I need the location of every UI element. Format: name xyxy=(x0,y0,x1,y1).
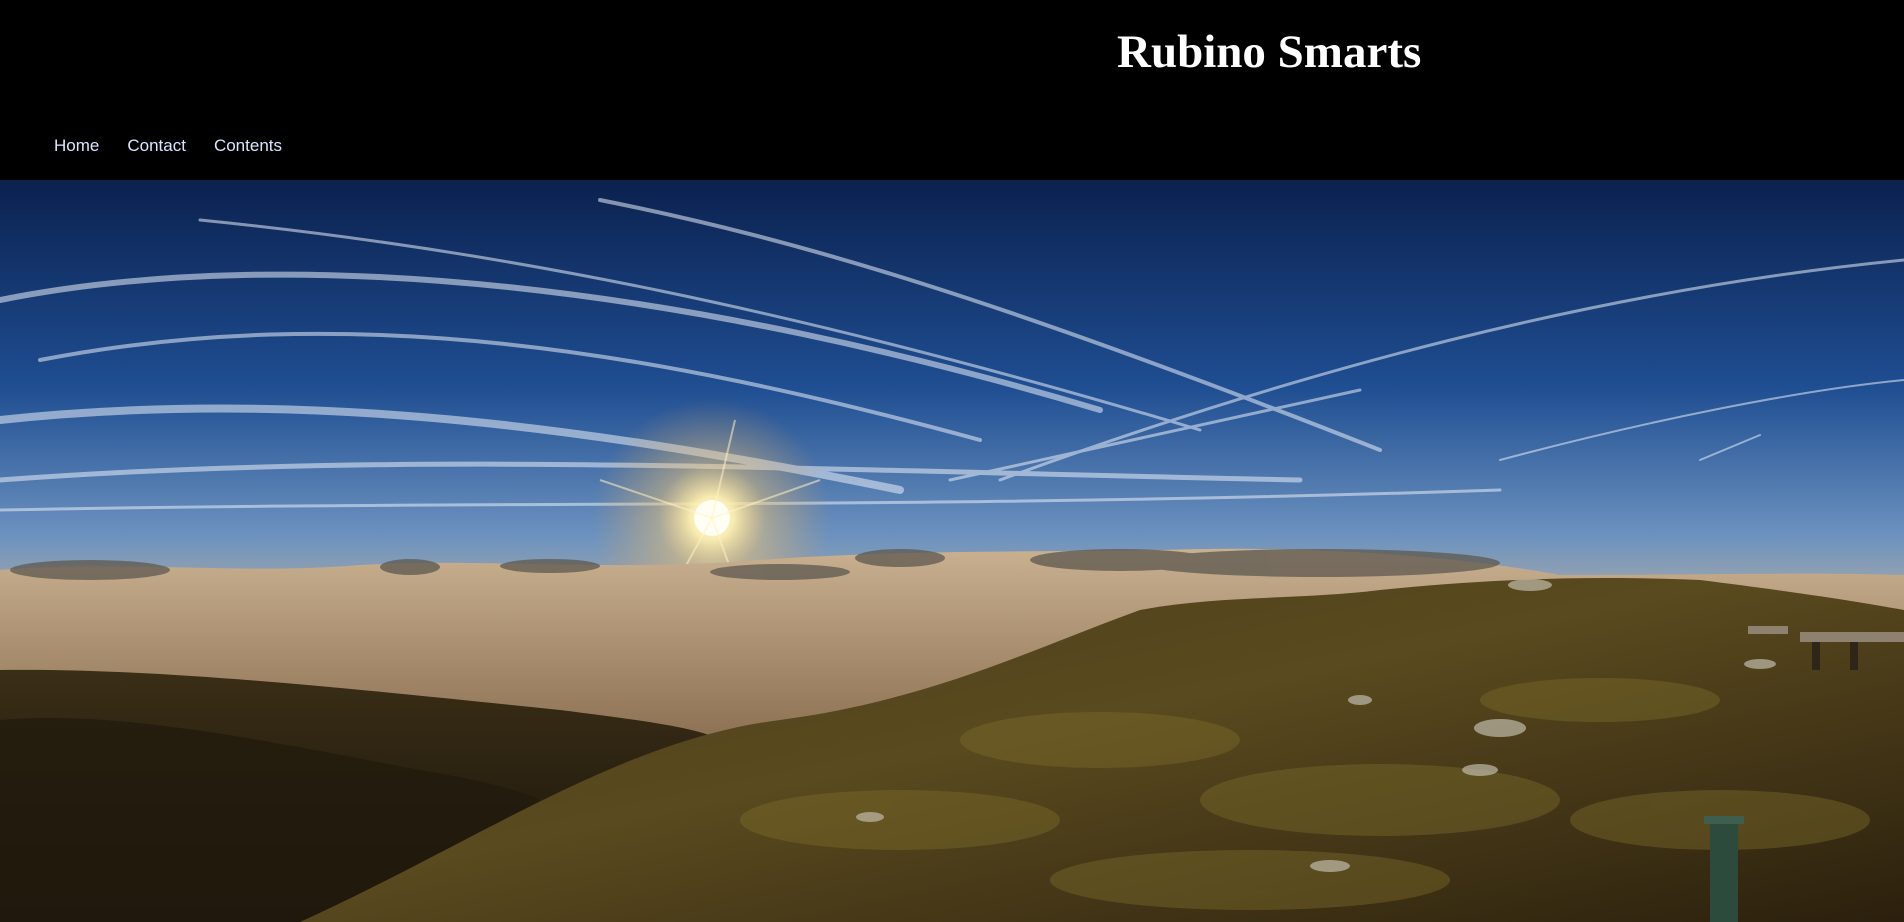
trash-bin xyxy=(1704,816,1744,922)
hero-image xyxy=(0,180,1904,922)
nav-link-contact[interactable]: Contact xyxy=(127,134,186,158)
main-nav: Home Contact Contents xyxy=(54,134,310,158)
nav-link-home[interactable]: Home xyxy=(54,134,99,158)
page: Rubino Smarts Home Contact Contents xyxy=(0,0,1904,922)
nav-link-contents[interactable]: Contents xyxy=(214,134,282,158)
hero-landscape-illustration xyxy=(0,180,1904,922)
site-title: Rubino Smarts xyxy=(1117,26,1422,78)
site-header: Rubino Smarts Home Contact Contents xyxy=(0,0,1904,180)
